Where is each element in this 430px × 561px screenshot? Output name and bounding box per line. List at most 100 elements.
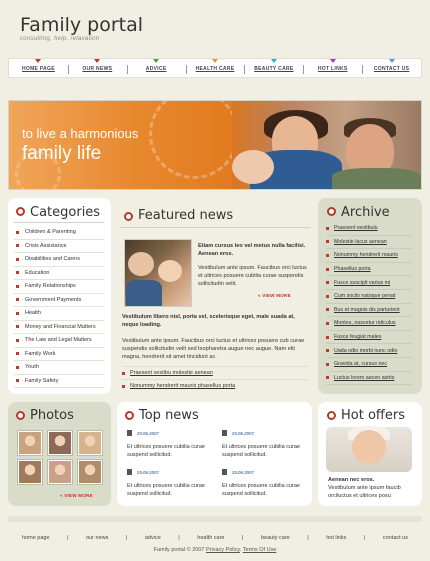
archive-item[interactable]: Uada odio morbi nunc odio xyxy=(326,344,412,358)
copyright: Family portal © 2007 Privacy Policy. Ter… xyxy=(153,547,277,553)
section-dot-icon xyxy=(327,411,336,420)
section-dot-icon xyxy=(124,212,133,221)
bullet-icon xyxy=(16,271,19,275)
category-item[interactable]: Youth xyxy=(14,361,104,375)
photo-thumbnail[interactable] xyxy=(48,460,72,484)
nav-beauty-care[interactable]: BEAUTY CARE xyxy=(244,59,303,77)
footer-link-contact-us[interactable]: contact us xyxy=(383,535,408,541)
category-item[interactable]: Crisis Assistance xyxy=(14,240,104,253)
archive-item[interactable]: Bus et magnis dis parturient xyxy=(326,304,412,318)
archive-item[interactable]: Fusce feugiat males xyxy=(326,331,412,345)
photo-thumbnail[interactable] xyxy=(78,431,102,455)
nav-hot-links[interactable]: HOT LINKS xyxy=(303,59,362,77)
categories-title: Categories xyxy=(30,205,101,220)
divider xyxy=(120,227,310,228)
archive-item[interactable]: Cum sociis natoque penat xyxy=(326,290,412,304)
footer-link-our-news[interactable]: our news xyxy=(86,535,108,541)
category-label: Family Work xyxy=(25,350,56,357)
view-more-label: VIEW MORE xyxy=(64,493,93,498)
featured-link[interactable]: Nonummy hendrerit mauris phasellus porta xyxy=(130,383,235,389)
archive-title: Archive xyxy=(341,205,390,220)
news-text[interactable]: Et ultrices posuere cubilia curae suspen… xyxy=(127,482,209,498)
nav-marker-icon xyxy=(94,59,101,63)
category-item[interactable]: Education xyxy=(14,267,104,280)
nav-home[interactable]: HOME PAGE xyxy=(9,59,68,77)
bullet-icon xyxy=(326,226,329,230)
section-dot-icon xyxy=(327,207,336,216)
photos-view-more-link[interactable]: « VIEW MORE xyxy=(60,493,93,498)
nav-marker-icon xyxy=(388,59,395,63)
news-text[interactable]: Et ultrices posuere cubilia curae suspen… xyxy=(222,443,304,459)
nav-advice[interactable]: ADVICE xyxy=(126,59,186,77)
archive-item[interactable]: Phasellus porta xyxy=(326,263,412,277)
footer-link-beauty-care[interactable]: beauty care xyxy=(261,535,290,541)
photo-thumbnail[interactable] xyxy=(18,431,42,455)
footer-link-advice[interactable]: advice xyxy=(145,535,161,541)
news-text[interactable]: Et ultrices posuere cubilia curae suspen… xyxy=(127,443,209,459)
news-date: 20.06.2007 xyxy=(232,470,254,475)
category-item[interactable]: Children & Parenting xyxy=(14,226,104,240)
privacy-policy-link[interactable]: Privacy Policy xyxy=(206,547,240,553)
archive-item[interactable]: Molestie lacus aenean xyxy=(326,236,412,250)
featured-link[interactable]: Praesent vestibu molestie aenean xyxy=(130,370,213,376)
news-date: 20.06.2007 xyxy=(137,470,159,475)
copyright-text: Family portal © 2007 xyxy=(153,547,205,553)
category-item[interactable]: Disabilities and Carers xyxy=(14,253,104,267)
category-label: Family Relationships xyxy=(25,283,76,290)
nav-label: ADVICE xyxy=(145,66,167,72)
archive-item[interactable]: Gravida at, cursus nec xyxy=(326,358,412,372)
section-dot-icon xyxy=(125,411,134,420)
category-item[interactable]: Family Relationships xyxy=(14,280,104,294)
category-item[interactable]: Family Work xyxy=(14,348,104,361)
photo-thumbnail[interactable] xyxy=(78,460,102,484)
archive-item[interactable]: Nonummy hendrerit mauris xyxy=(326,249,412,263)
featured-body-text: Vestibulum ante ipsum. Faucibus orci luc… xyxy=(122,338,305,360)
archive-label: Fusce feugiat males xyxy=(334,334,382,341)
site-title[interactable]: Family portal xyxy=(20,14,143,36)
hot-offer-image-part xyxy=(352,430,386,464)
site-tagline: consulting, help, relaxation xyxy=(20,36,100,42)
nav-label: OUR NEWS xyxy=(82,66,113,72)
bullet-icon xyxy=(326,240,329,244)
category-item[interactable]: Health xyxy=(14,307,104,321)
category-item[interactable]: The Law and Legal Matters xyxy=(14,334,104,348)
nav-label: HOT LINKS xyxy=(317,66,348,72)
category-item[interactable]: Family Safety xyxy=(14,375,104,388)
news-text[interactable]: Et ultrices posuere cubilia curae suspen… xyxy=(222,482,304,498)
category-item[interactable]: Money and Financial Matters xyxy=(14,321,104,334)
view-more-link[interactable]: « VIEW MORE xyxy=(258,293,291,298)
bullet-icon xyxy=(122,385,125,388)
nav-health-care[interactable]: HEALTH CARE xyxy=(185,59,245,77)
archive-label: Fusce suscipit varius mi xyxy=(334,279,391,286)
category-label: Money and Financial Matters xyxy=(25,323,96,330)
bullet-icon xyxy=(326,376,329,380)
nav-contact-us[interactable]: CONTACT US xyxy=(362,59,421,77)
archive-item[interactable]: Fusce suscipit varius mi xyxy=(326,276,412,290)
bullet-icon xyxy=(16,379,19,383)
terms-of-use-link[interactable]: Terms Of Use xyxy=(243,547,277,553)
category-label: The Law and Legal Matters xyxy=(25,337,92,344)
nav-marker-icon xyxy=(35,59,42,63)
footer-link-home[interactable]: home page xyxy=(22,535,50,541)
archive-label: Montes, nascetur ridiculus xyxy=(334,320,396,327)
bullet-icon xyxy=(16,257,19,261)
bullet-icon xyxy=(16,365,19,369)
nav-our-news[interactable]: OUR NEWS xyxy=(67,59,127,77)
photo-thumbnail[interactable] xyxy=(48,431,72,455)
archive-item[interactable]: Luctus lorem aecen astris xyxy=(326,372,412,386)
document-icon xyxy=(127,469,132,475)
bullet-icon xyxy=(326,294,329,298)
archive-item[interactable]: Montes, nascetur ridiculus xyxy=(326,317,412,331)
footer-nav: home page | our news | advice | health c… xyxy=(22,535,408,541)
archive-label: Uada odio morbi nunc odio xyxy=(334,347,398,354)
section-dot-icon xyxy=(16,411,25,420)
nav-marker-icon xyxy=(212,59,218,63)
category-item[interactable]: Government Payments xyxy=(14,294,104,307)
bullet-icon xyxy=(16,338,19,342)
footer-bar xyxy=(8,516,422,522)
footer-link-hot-links[interactable]: hot links xyxy=(326,535,346,541)
photo-thumbnail[interactable] xyxy=(18,460,42,484)
archive-item[interactable]: Praesent vestibulu xyxy=(326,222,412,236)
featured-lead-text: Vestibulum ante ipsum. Faucibus orci luc… xyxy=(198,265,307,287)
footer-link-health-care[interactable]: health care xyxy=(197,535,224,541)
